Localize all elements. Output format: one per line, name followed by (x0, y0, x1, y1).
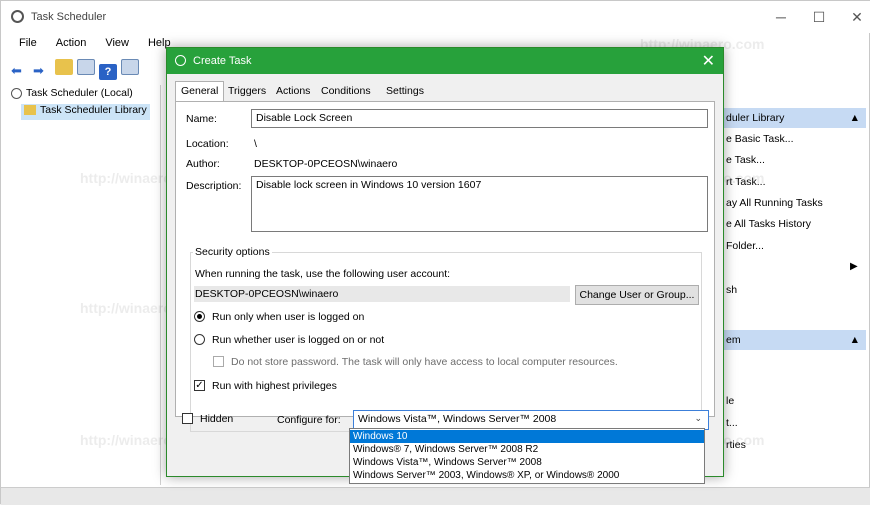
menu-action[interactable]: Action (56, 37, 87, 49)
location-value: \ (254, 138, 257, 150)
section-label-1: duler Library (726, 112, 785, 124)
tab-general[interactable]: General (175, 81, 225, 102)
name-label: Name: (186, 113, 217, 125)
run-whether-label[interactable]: Run whether user is logged on or not (212, 334, 384, 346)
configure-for-dropdown-list: Windows 10 Windows® 7, Windows Server™ 2… (349, 428, 705, 484)
action-item[interactable]: Folder... (726, 240, 764, 252)
status-bar (1, 487, 870, 505)
author-label: Author: (186, 158, 220, 170)
dialog-close-button[interactable]: ✕ (702, 51, 715, 71)
dropdown-option[interactable]: Windows 10 (350, 430, 704, 443)
highest-privileges-checkbox[interactable]: ✓ (194, 380, 205, 391)
hidden-checkbox[interactable] (182, 413, 193, 424)
collapse-icon[interactable]: ▲ (850, 108, 860, 128)
dialog-title: Create Task (193, 55, 252, 67)
name-field[interactable]: Disable Lock Screen (251, 109, 708, 128)
security-options-title: Security options (193, 246, 272, 258)
chevron-down-icon[interactable]: ⌄ (694, 413, 702, 424)
action-item[interactable]: le (726, 395, 734, 407)
tree-item-local[interactable]: Task Scheduler (Local) (11, 87, 133, 103)
security-options-group: Security options When running the task, … (190, 246, 702, 432)
dropdown-option[interactable]: Windows Vista™, Windows Server™ 2008 (350, 456, 704, 469)
collapse-icon[interactable]: ▲ (850, 330, 860, 350)
description-field[interactable]: Disable lock screen in Windows 10 versio… (251, 176, 708, 232)
actions-section-header-2[interactable]: em ▲ (716, 330, 866, 350)
tree-label-local: Task Scheduler (Local) (26, 87, 133, 99)
tab-conditions[interactable]: Conditions (315, 81, 377, 101)
no-store-password-checkbox[interactable] (213, 356, 224, 367)
actions-section-header-1[interactable]: duler Library ▲ (716, 108, 866, 128)
author-value: DESKTOP-0PCEOSN\winaero (254, 158, 398, 170)
configure-for-select[interactable]: Windows Vista™, Windows Server™ 2008 ⌄ (353, 410, 709, 430)
show-pane-icon[interactable] (77, 59, 95, 75)
menu-file[interactable]: File (19, 37, 37, 49)
run-whether-radio[interactable] (194, 334, 205, 345)
run-logged-on-label[interactable]: Run only when user is logged on (212, 311, 364, 323)
clock-icon (175, 55, 186, 66)
location-label: Location: (186, 138, 229, 150)
forward-icon[interactable]: ➡ (33, 63, 51, 79)
action-item[interactable]: sh (726, 284, 737, 296)
create-task-dialog: Create Task ✕ General Triggers Actions C… (166, 47, 724, 477)
tab-actions[interactable]: Actions (270, 81, 316, 101)
clock-icon (11, 87, 22, 99)
help-icon[interactable]: ? (99, 64, 117, 80)
change-user-button[interactable]: Change User or Group... (575, 285, 699, 305)
menubar: File Action View Help (1, 37, 176, 57)
general-tab-panel: Name: Disable Lock Screen Location: \ Au… (175, 101, 715, 432)
highest-privileges-label[interactable]: Run with highest privileges (212, 380, 337, 392)
folder-up-icon[interactable] (55, 59, 73, 75)
user-account-value: DESKTOP-0PCEOSN\winaero (195, 288, 339, 300)
submenu-arrow-icon[interactable]: ▶ (850, 261, 858, 272)
action-item[interactable]: t... (726, 417, 738, 429)
folder-icon (24, 105, 36, 116)
section-label-2: em (726, 334, 741, 346)
tab-triggers[interactable]: Triggers (222, 81, 272, 101)
clock-icon (11, 10, 24, 23)
tree-item-library[interactable]: Task Scheduler Library (21, 104, 150, 120)
hidden-label[interactable]: Hidden (200, 413, 233, 425)
description-label: Description: (186, 180, 242, 192)
action-item[interactable]: ay All Running Tasks (726, 197, 823, 209)
menu-view[interactable]: View (105, 37, 129, 49)
toolbar: ⬅ ➡? (11, 59, 143, 80)
main-titlebar: Task Scheduler ─ ☐ ✕ (1, 1, 870, 33)
back-icon[interactable]: ⬅ (11, 63, 29, 79)
navigation-tree: Task Scheduler (Local) Task Scheduler Li… (1, 85, 161, 485)
run-logged-on-radio[interactable] (194, 311, 205, 322)
action-item[interactable]: e Task... (726, 154, 765, 166)
properties-pane-icon[interactable] (121, 59, 139, 75)
close-button[interactable]: ✕ (839, 7, 870, 27)
dropdown-option[interactable]: Windows Server™ 2003, Windows® XP, or Wi… (350, 469, 704, 482)
dialog-titlebar: Create Task ✕ (167, 48, 723, 74)
action-item[interactable]: e All Tasks History (726, 218, 811, 230)
tree-label-library: Task Scheduler Library (40, 104, 147, 116)
window-title: Task Scheduler (31, 11, 107, 23)
user-account-field: DESKTOP-0PCEOSN\winaero (194, 286, 570, 302)
action-item[interactable]: e Basic Task... (726, 133, 794, 145)
configure-for-label: Configure for: (277, 414, 341, 426)
tab-settings[interactable]: Settings (380, 81, 430, 101)
no-store-password-label: Do not store password. The task will onl… (231, 356, 618, 368)
configure-for-value: Windows Vista™, Windows Server™ 2008 (358, 413, 557, 425)
minimize-button[interactable]: ─ (763, 7, 799, 27)
security-account-prompt: When running the task, use the following… (195, 268, 451, 280)
dropdown-option[interactable]: Windows® 7, Windows Server™ 2008 R2 (350, 443, 704, 456)
maximize-button[interactable]: ☐ (801, 7, 837, 27)
